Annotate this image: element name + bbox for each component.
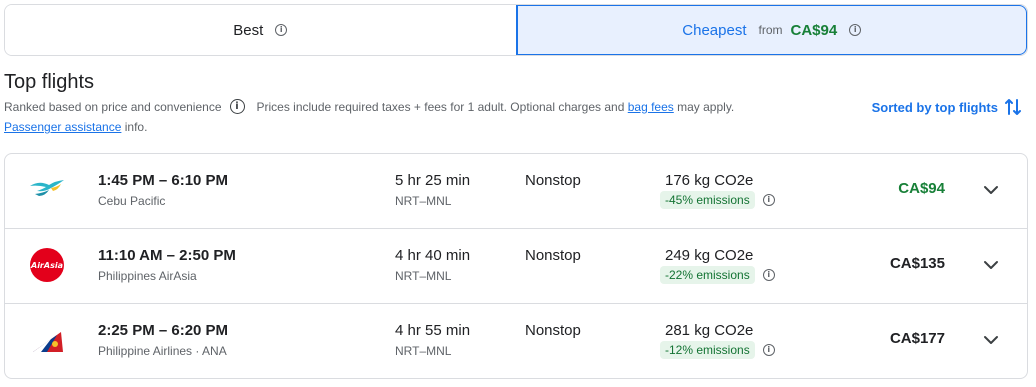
flight-times: 2:25 PM – 6:20 PM <box>98 322 229 339</box>
ranked-text: Ranked based on price and convenience <box>4 99 222 114</box>
sort-tabs: Best i Cheapest from CA$94 i <box>4 4 1028 56</box>
emissions-badge: -22% emissions <box>660 266 755 284</box>
flight-row[interactable]: 1:45 PM – 6:10 PM Cebu Pacific 5 hr 25 m… <box>5 154 1027 229</box>
flight-route: NRT–MNL <box>395 344 452 358</box>
flight-stops: Nonstop <box>525 247 581 264</box>
passenger-info: Passenger assistance info. <box>4 120 147 134</box>
flight-price: CA$177 <box>889 330 945 347</box>
info-icon[interactable]: i <box>275 24 288 36</box>
airline-name: Philippines AirAsia <box>98 269 197 283</box>
chevron-down-icon[interactable] <box>981 180 1001 200</box>
emissions-info: -45% emissions i <box>660 191 775 209</box>
flight-duration: 5 hr 25 min <box>395 172 471 189</box>
may-apply-text: may apply. <box>677 99 735 114</box>
flight-duration: 4 hr 55 min <box>395 322 471 339</box>
emissions-badge: -12% emissions <box>660 341 755 359</box>
section-title: Top flights <box>4 71 95 93</box>
flight-stops: Nonstop <box>525 322 581 339</box>
info-icon[interactable]: i <box>849 24 862 36</box>
emissions-badge: -45% emissions <box>660 191 755 209</box>
chevron-down-icon[interactable] <box>981 330 1001 350</box>
sort-label: Sorted by top flights <box>871 99 998 115</box>
tab-cheapest-price: CA$94 <box>790 21 838 39</box>
flight-row[interactable]: 2:25 PM – 6:20 PM Philippine Airlines · … <box>5 304 1027 378</box>
passenger-assistance-link[interactable]: Passenger assistance <box>4 120 121 134</box>
tab-best-label: Best <box>233 21 264 39</box>
philippine-airlines-logo <box>33 332 63 352</box>
ranking-info: Ranked based on price and convenience i … <box>4 99 734 114</box>
info-icon[interactable]: i <box>229 99 245 114</box>
flight-route: NRT–MNL <box>395 194 452 208</box>
flight-price: CA$135 <box>889 255 945 272</box>
tab-cheapest-label: Cheapest <box>682 21 747 39</box>
flight-stops: Nonstop <box>525 172 581 189</box>
tab-best[interactable]: Best i <box>5 5 516 55</box>
info-text: info. <box>124 120 148 134</box>
sort-button[interactable]: Sorted by top flights <box>872 97 1022 117</box>
sort-icon <box>1005 99 1021 115</box>
flight-duration: 4 hr 40 min <box>395 247 471 264</box>
flight-price: CA$94 <box>898 180 945 197</box>
co2-amount: 249 kg CO2e <box>665 247 754 264</box>
bag-fees-link[interactable]: bag fees <box>628 100 674 114</box>
tab-cheapest-from: from <box>758 23 783 37</box>
info-icon[interactable]: i <box>762 344 775 356</box>
chevron-down-icon[interactable] <box>981 255 1001 275</box>
airasia-logo-text: AirAsia <box>30 261 63 270</box>
airline-name: Philippine Airlines · ANA <box>98 344 227 358</box>
flight-times: 11:10 AM – 2:50 PM <box>98 247 236 264</box>
airline-name: Cebu Pacific <box>98 194 166 208</box>
flight-times: 1:45 PM – 6:10 PM <box>98 172 229 189</box>
emissions-info: -12% emissions i <box>660 341 775 359</box>
cebu-pacific-logo <box>30 180 64 196</box>
flight-row[interactable]: AirAsia 11:10 AM – 2:50 PM Philippines A… <box>5 229 1027 304</box>
emissions-info: -22% emissions i <box>660 266 775 284</box>
info-icon[interactable]: i <box>762 194 775 206</box>
flight-list: 1:45 PM – 6:10 PM Cebu Pacific 5 hr 25 m… <box>4 153 1028 379</box>
co2-amount: 176 kg CO2e <box>665 172 754 189</box>
flight-route: NRT–MNL <box>395 269 452 283</box>
tab-cheapest[interactable]: Cheapest from CA$94 i <box>515 5 1027 55</box>
prices-text: Prices include required taxes + fees for… <box>256 99 625 114</box>
co2-amount: 281 kg CO2e <box>665 322 754 339</box>
info-icon[interactable]: i <box>762 269 775 281</box>
airasia-logo: AirAsia <box>30 248 64 282</box>
